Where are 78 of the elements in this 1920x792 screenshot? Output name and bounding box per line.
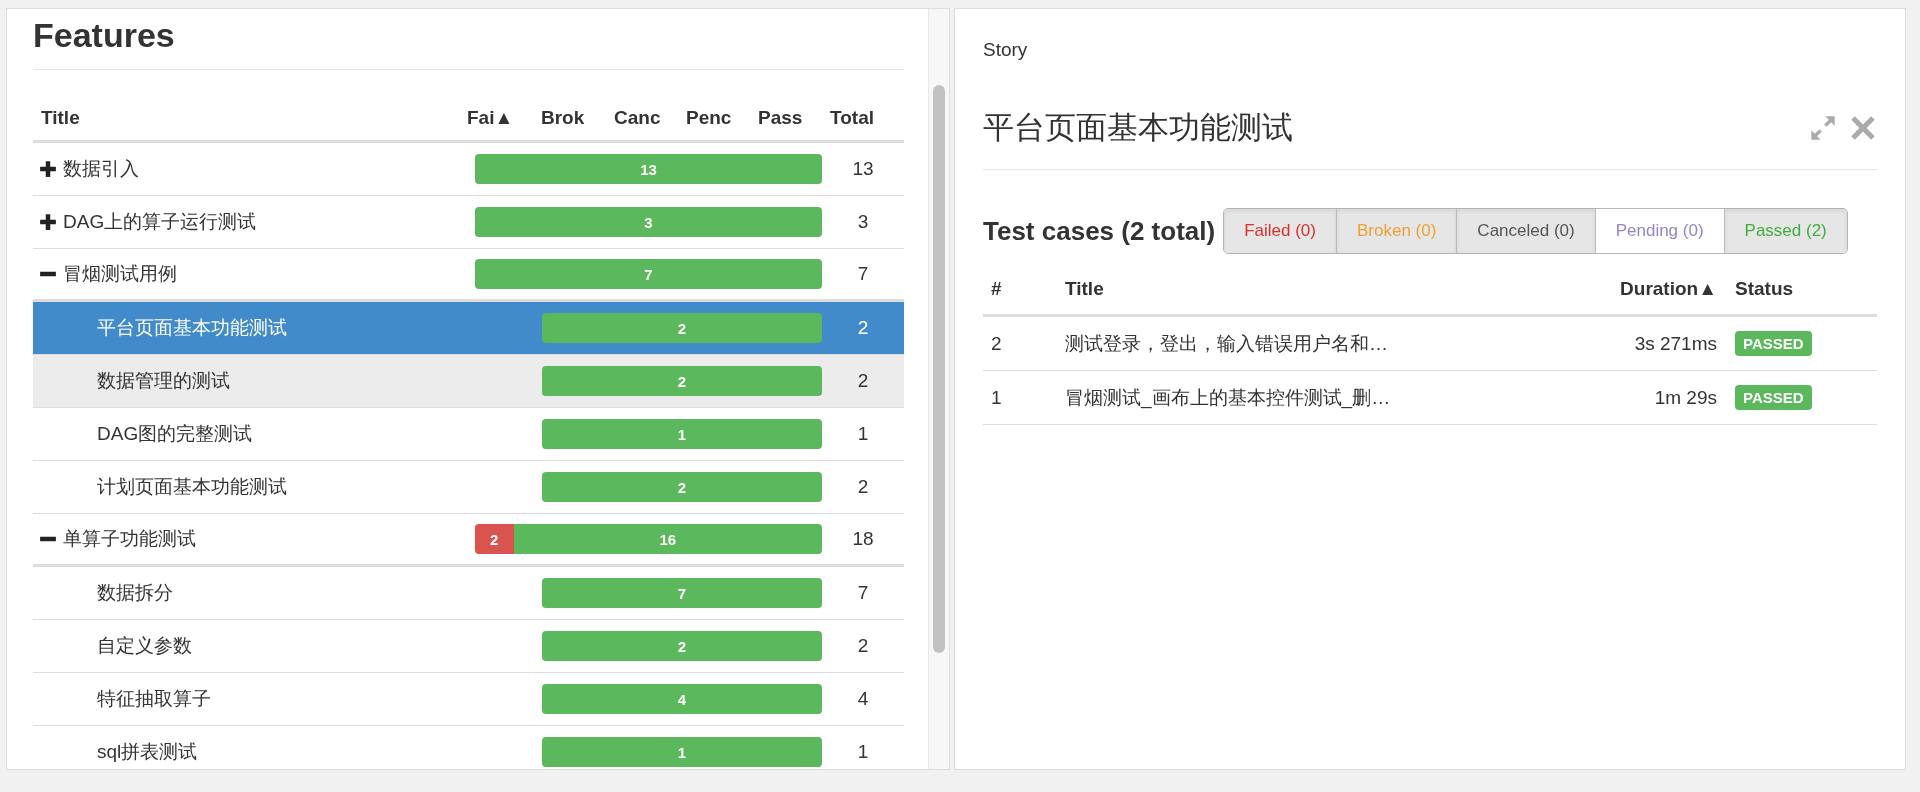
- feature-row[interactable]: 平台页面基本功能测试 2 2: [33, 302, 904, 355]
- test-case-row[interactable]: 2 测试登录，登出，输入错误用户名和… 3s 271ms PASSED: [983, 317, 1877, 371]
- feature-title: 数据管理的测试: [97, 369, 230, 393]
- total-count: 3: [856, 211, 870, 233]
- feature-title: 冒烟测试用例: [63, 262, 177, 286]
- bar-segment: 2: [542, 631, 822, 661]
- bar-segment: 7: [475, 259, 822, 289]
- feature-row[interactable]: 特征抽取算子 4 4: [33, 673, 904, 726]
- total-count: 18: [851, 528, 875, 550]
- column-header[interactable]: Title: [33, 107, 467, 129]
- feature-row[interactable]: DAG图的完整测试 1 1: [33, 408, 904, 461]
- total-count: 4: [856, 688, 870, 710]
- feature-title: sql拼表测试: [97, 740, 198, 764]
- expand-icon[interactable]: [39, 160, 57, 178]
- feature-title: 平台页面基本功能测试: [97, 316, 287, 340]
- case-number: 2: [990, 332, 1003, 355]
- story-title: 平台页面基本功能测试: [983, 109, 1294, 147]
- total-count: 2: [856, 370, 870, 392]
- feature-title: 计划页面基本功能测试: [97, 475, 287, 499]
- feature-title: DAG图的完整测试: [97, 422, 253, 446]
- feature-title: 数据拆分: [97, 581, 173, 605]
- feature-row[interactable]: DAG上的算子运行测试 3 3: [33, 196, 904, 249]
- total-count: 7: [856, 263, 870, 285]
- bar-segment: 2: [542, 313, 822, 343]
- feature-row[interactable]: 数据管理的测试 2 2: [33, 355, 904, 408]
- bar-segment: 2: [542, 472, 822, 502]
- feature-row[interactable]: 计划页面基本功能测试 2 2: [33, 461, 904, 514]
- bar-segment: 1: [542, 419, 822, 449]
- scrollbar[interactable]: [933, 85, 945, 653]
- status-label: PASSED: [1735, 331, 1812, 356]
- bar-segment: 2: [542, 366, 822, 396]
- case-title: 冒烟测试_画布上的基本控件测试_删…: [1064, 385, 1392, 411]
- total-count: 2: [856, 317, 870, 339]
- bar-segment: 1: [542, 737, 822, 767]
- bar-segment: 13: [475, 154, 822, 184]
- bar-segment: 3: [475, 207, 822, 237]
- column-header[interactable]: Fai▲: [467, 107, 541, 129]
- column-header[interactable]: Canc: [614, 107, 686, 129]
- feature-row[interactable]: sql拼表测试 1 1: [33, 726, 904, 769]
- features-heading: Features: [33, 15, 176, 55]
- case-duration: 3s 271ms: [1633, 332, 1718, 355]
- panel-label: Story: [983, 39, 1029, 61]
- column-header[interactable]: Total: [822, 107, 904, 129]
- feature-row[interactable]: 单算子功能测试 2 16 18: [33, 514, 904, 567]
- bar-segment: 7: [542, 578, 822, 608]
- column-header[interactable]: Brok: [541, 107, 614, 129]
- feature-title: DAG上的算子运行测试: [63, 210, 257, 234]
- status-filter-button[interactable]: Canceled (0): [1456, 209, 1595, 253]
- feature-title: 特征抽取算子: [97, 687, 211, 711]
- test-case-row[interactable]: 1 冒烟测试_画布上的基本控件测试_删… 1m 29s PASSED: [983, 371, 1877, 425]
- feature-title: 单算子功能测试: [63, 527, 196, 551]
- expand-icon[interactable]: [39, 213, 57, 231]
- total-count: 2: [856, 635, 870, 657]
- feature-row[interactable]: 数据拆分 7 7: [33, 567, 904, 620]
- bar-segment: 16: [513, 524, 822, 554]
- total-count: 1: [856, 741, 870, 763]
- total-count: 13: [851, 158, 875, 180]
- total-count: 7: [856, 582, 870, 604]
- column-header[interactable]: Status: [1727, 278, 1877, 300]
- column-header[interactable]: Pass: [758, 107, 822, 129]
- column-header[interactable]: Duration▲: [1507, 278, 1727, 300]
- status-filter-button[interactable]: Failed (0): [1224, 209, 1336, 253]
- total-count: 2: [856, 476, 870, 498]
- case-title: 测试登录，登出，输入错误用户名和…: [1064, 331, 1389, 356]
- column-header[interactable]: Title: [1057, 278, 1507, 300]
- case-duration: 1m 29s: [1653, 386, 1718, 409]
- test-cases-heading: Test cases (2 total): [983, 215, 1216, 247]
- case-number: 1: [990, 386, 1003, 409]
- feature-title: 数据引入: [63, 157, 139, 181]
- feature-title: 自定义参数: [97, 634, 192, 658]
- total-count: 1: [856, 423, 870, 445]
- bar-segment: 2: [475, 524, 514, 554]
- column-header[interactable]: #: [983, 278, 1057, 300]
- feature-row[interactable]: 自定义参数 2 2: [33, 620, 904, 673]
- bar-segment: 4: [542, 684, 822, 714]
- status-label: PASSED: [1735, 385, 1812, 410]
- feature-row[interactable]: 数据引入 13 13: [33, 143, 904, 196]
- column-header[interactable]: Penc: [686, 107, 758, 129]
